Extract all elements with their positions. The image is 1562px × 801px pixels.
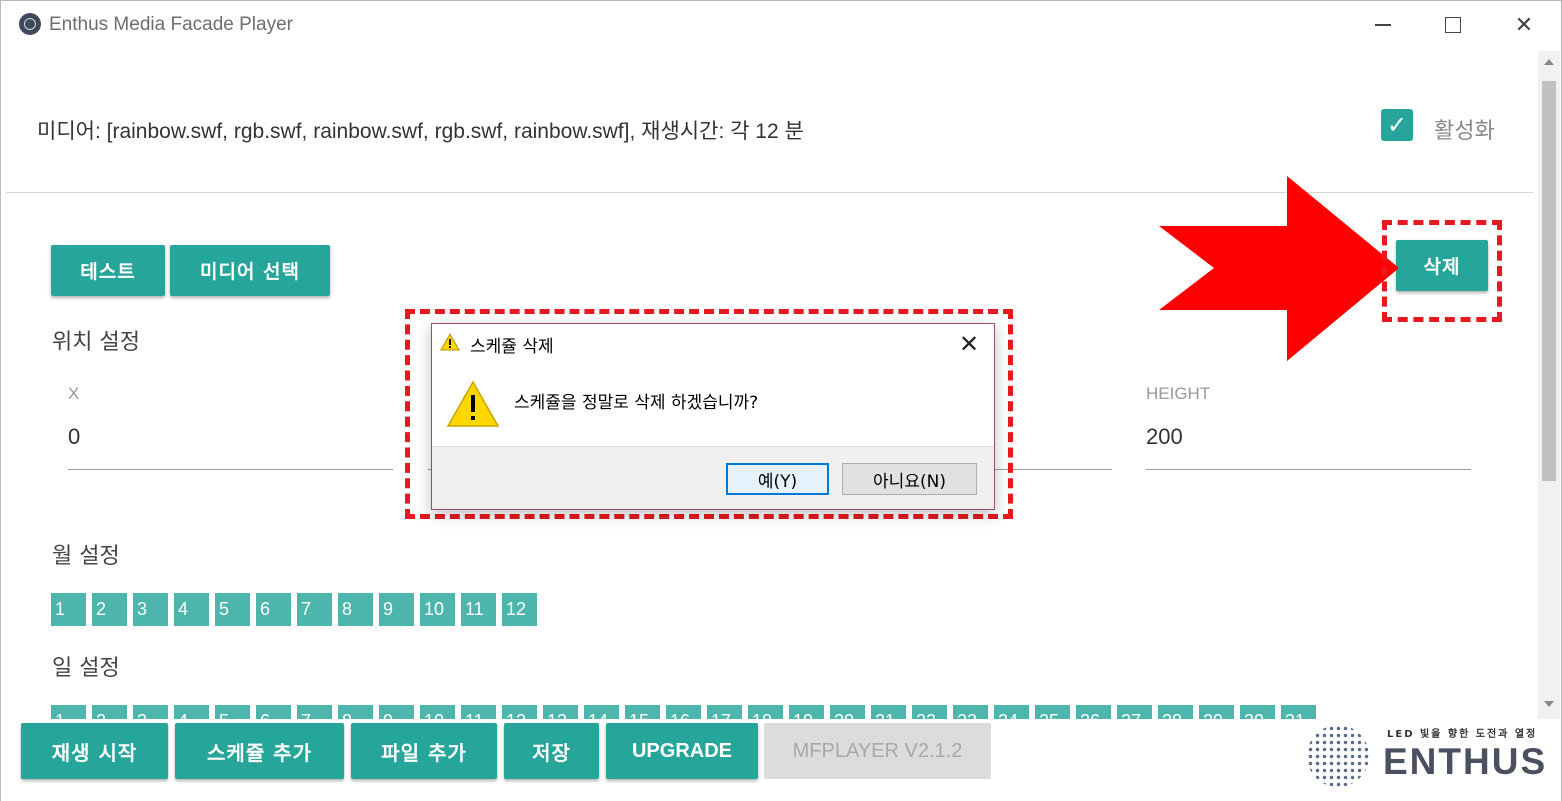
month-chip[interactable]: 9: [379, 593, 414, 626]
add-file-button[interactable]: 파일 추가: [351, 723, 497, 779]
dialog-yes-button[interactable]: 예(Y): [726, 463, 829, 495]
logo-tagline: LED 빛을 향한 도전과 열정: [1387, 729, 1538, 740]
month-chip[interactable]: 11: [461, 593, 496, 626]
month-chip[interactable]: 4: [174, 593, 209, 626]
delete-confirm-dialog: 스케쥴 삭제 ✕ 스케쥴을 정말로 삭제 하겠습니까? 예(Y) 아니요(N): [431, 323, 995, 510]
warning-icon: [440, 333, 460, 351]
save-button[interactable]: 저장: [504, 723, 599, 779]
dialog-close-icon[interactable]: ✕: [959, 330, 979, 358]
month-chip[interactable]: 6: [256, 593, 291, 626]
month-chip[interactable]: 3: [133, 593, 168, 626]
logo-name: ENTHUS: [1383, 741, 1548, 782]
scroll-thumb[interactable]: [1542, 81, 1556, 481]
x-field-underline: [68, 469, 393, 470]
dialog-no-button[interactable]: 아니요(N): [842, 463, 977, 495]
month-chip[interactable]: 8: [338, 593, 373, 626]
month-section-label: 월 설정: [52, 544, 120, 569]
app-icon: [19, 13, 41, 35]
media-select-button[interactable]: 미디어 선택: [170, 245, 330, 296]
vertical-scrollbar[interactable]: [1538, 51, 1560, 719]
height-field-underline: [1146, 469, 1471, 470]
play-start-button[interactable]: 재생 시작: [21, 723, 168, 779]
month-chip[interactable]: 5: [215, 593, 250, 626]
window-title: Enthus Media Facade Player: [49, 14, 293, 35]
title-bar: Enthus Media Facade Player ✕: [1, 1, 1561, 51]
height-field-label: HEIGHT: [1146, 384, 1211, 403]
scroll-down-icon[interactable]: [1544, 701, 1554, 707]
maximize-icon[interactable]: [1433, 9, 1473, 41]
month-chip[interactable]: 1: [51, 593, 86, 626]
dialog-message: 스케쥴을 정말로 삭제 하겠습니까?: [514, 393, 759, 413]
dialog-footer: 예(Y) 아니요(N): [432, 446, 994, 509]
scroll-up-icon[interactable]: [1544, 59, 1554, 65]
dialog-title: 스케쥴 삭제: [470, 337, 554, 357]
media-info-text: 미디어: [rainbow.swf, rgb.swf, rainbow.swf,…: [37, 120, 804, 143]
x-field-label: X: [68, 384, 80, 403]
x-field-value[interactable]: 0: [68, 424, 80, 450]
test-button[interactable]: 테스트: [51, 245, 165, 296]
active-label: 활성화: [1434, 119, 1495, 144]
upgrade-button[interactable]: UPGRADE: [606, 723, 758, 779]
month-chip-row: 1 2 3 4 5 6 7 8 9 10 11 12: [51, 593, 537, 626]
minimize-icon[interactable]: [1363, 9, 1403, 41]
position-section-label: 위치 설정: [52, 330, 140, 355]
dialog-title-bar: 스케쥴 삭제 ✕: [432, 324, 994, 362]
add-schedule-button[interactable]: 스케쥴 추가: [175, 723, 344, 779]
warning-large-icon: [446, 380, 500, 427]
month-chip[interactable]: 12: [502, 593, 537, 626]
close-icon[interactable]: ✕: [1504, 9, 1544, 41]
day-section-label: 일 설정: [52, 656, 120, 681]
active-checkbox[interactable]: ✓: [1381, 109, 1413, 141]
delete-highlight-box: [1382, 220, 1502, 322]
x-field[interactable]: X 0: [68, 384, 393, 484]
version-label: MFPLAYER V2.1.2: [764, 723, 991, 779]
app-window: Enthus Media Facade Player ✕ 미디어: [rainb…: [0, 0, 1562, 801]
red-arrow-annotation: [1159, 176, 1399, 361]
schedule-info-bar: 미디어: [rainbow.swf, rgb.swf, rainbow.swf,…: [6, 63, 1533, 193]
month-chip[interactable]: 2: [92, 593, 127, 626]
height-field[interactable]: HEIGHT 200: [1146, 384, 1471, 484]
height-field-value[interactable]: 200: [1146, 424, 1183, 450]
dialog-body: 스케쥴을 정말로 삭제 하겠습니까?: [432, 362, 994, 446]
check-icon: ✓: [1386, 111, 1408, 139]
logo-dots-icon: [1307, 725, 1369, 787]
month-chip[interactable]: 10: [420, 593, 455, 626]
enthus-logo: LED 빛을 향한 도전과 열정 ENTHUS: [1307, 723, 1547, 789]
month-chip[interactable]: 7: [297, 593, 332, 626]
